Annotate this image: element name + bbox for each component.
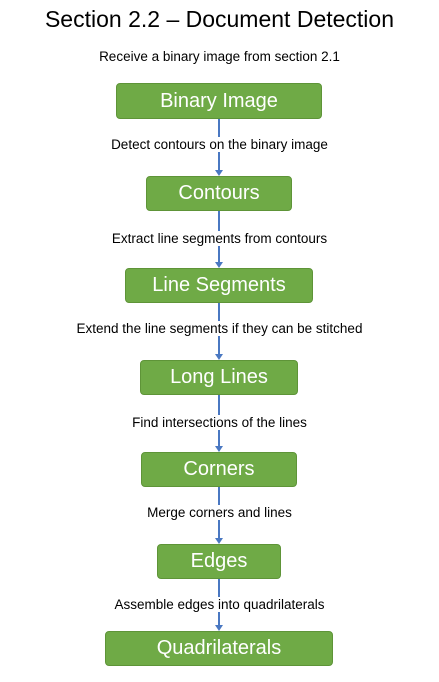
step-node: Binary Image	[116, 83, 322, 119]
transition-label-text: Find intersections of the lines	[131, 415, 308, 430]
step-node: Long Lines	[140, 360, 298, 395]
transition-label-text: Extract line segments from contours	[110, 231, 329, 246]
transition-label-text: Extend the line segments if they can be …	[75, 321, 364, 336]
transition-label: Extract line segments from contours	[0, 231, 439, 246]
step-node: Corners	[141, 452, 297, 487]
step-node: Contours	[146, 176, 292, 211]
step-node: Quadrilaterals	[105, 631, 333, 666]
flowchart: Detect contours on the binary image Extra…	[0, 0, 439, 682]
transition-label-text: Assemble edges into quadrilaterals	[113, 597, 326, 612]
transition-label-text: Detect contours on the binary image	[110, 137, 329, 152]
transition-label: Assemble edges into quadrilaterals	[0, 597, 439, 612]
transition-label-text: Merge corners and lines	[146, 505, 293, 520]
step-node: Edges	[157, 544, 281, 579]
transition-label: Detect contours on the binary image	[0, 137, 439, 152]
transition-label: Extend the line segments if they can be …	[0, 321, 439, 336]
step-node: Line Segments	[125, 268, 313, 303]
transition-label: Find intersections of the lines	[0, 415, 439, 430]
transition-label: Merge corners and lines	[0, 505, 439, 520]
